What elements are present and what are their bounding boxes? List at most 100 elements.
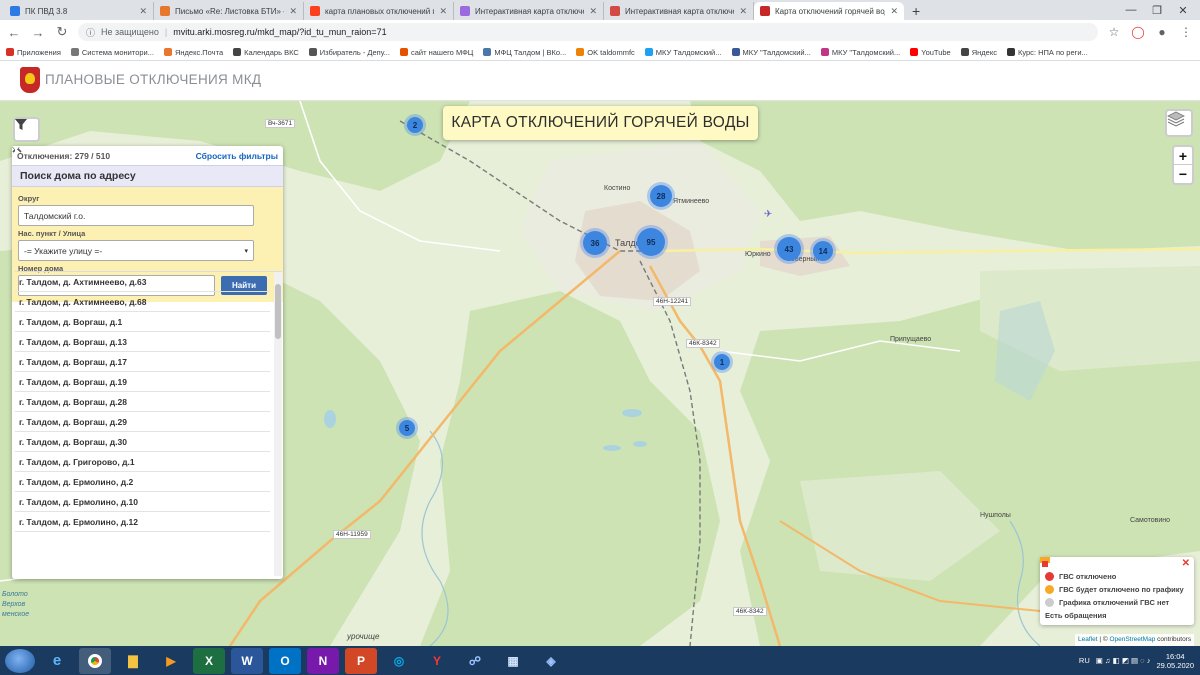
skype-icon[interactable]: ◎ bbox=[383, 648, 415, 674]
cluster-marker[interactable]: 43 bbox=[774, 234, 804, 264]
legend-item: ГВС будет отключено по графику bbox=[1045, 583, 1189, 596]
bookmark-item[interactable]: Календарь ВКС bbox=[233, 48, 299, 57]
browser-tab[interactable]: Письмо «Re: Листовка БТИ» — ✕ bbox=[154, 2, 304, 20]
language-indicator[interactable]: RU bbox=[1079, 656, 1090, 665]
legend-item: ГВС отключено bbox=[1045, 570, 1189, 583]
bookmark-item[interactable]: OK taldommfc bbox=[576, 48, 635, 57]
zoom-out-button[interactable]: − bbox=[1174, 165, 1192, 183]
clock[interactable]: 16:04 29.05.2020 bbox=[1156, 652, 1194, 670]
legend-close-icon[interactable]: ✕ bbox=[1182, 558, 1190, 569]
bookmark-item[interactable]: Яндекс bbox=[960, 48, 997, 57]
address-search-section-header[interactable]: Поиск дома по адресу bbox=[12, 146, 283, 187]
cluster-marker[interactable]: 28 bbox=[647, 182, 675, 210]
close-icon[interactable]: ✕ bbox=[289, 6, 297, 17]
new-tab-button[interactable]: + bbox=[904, 2, 928, 20]
browser-tab-active[interactable]: Карта отключений горячей вод ✕ bbox=[754, 2, 904, 20]
chrome-icon[interactable] bbox=[79, 647, 111, 674]
results-scrollbar[interactable] bbox=[274, 272, 282, 576]
close-icon[interactable]: ✕ bbox=[589, 6, 597, 17]
bookmark-item[interactable]: МКУ "Талдомский... bbox=[820, 48, 900, 57]
list-item[interactable]: г. Талдом, д. Ермолино, д.10 bbox=[15, 492, 270, 512]
list-item[interactable]: г. Талдом, д. Воргаш, д.28 bbox=[15, 392, 270, 412]
place-label: менское bbox=[2, 611, 30, 618]
profile-icon[interactable]: ● bbox=[1154, 25, 1170, 39]
yandex-browser-icon[interactable]: Y bbox=[421, 648, 453, 674]
bookmark-item[interactable]: сайт нашего МФЦ bbox=[399, 48, 473, 57]
browser-tab[interactable]: Интерактивная карта отключен ✕ bbox=[604, 2, 754, 20]
bookmark-item[interactable]: Яндекс.Почта bbox=[163, 48, 223, 57]
connection-icon[interactable]: ◈ bbox=[535, 648, 567, 674]
back-icon[interactable]: ← bbox=[6, 25, 22, 40]
media-player-icon[interactable]: ▶ bbox=[155, 648, 187, 674]
excel-icon[interactable]: X bbox=[193, 647, 225, 674]
list-item[interactable]: г. Талдом, д. Ермолино, д.2 bbox=[15, 472, 270, 492]
list-item[interactable]: г. Талдом, д. Воргаш, д.19 bbox=[15, 372, 270, 392]
list-item[interactable]: г. Талдом, д. Ахтимнеево, д.68 bbox=[15, 292, 270, 312]
map[interactable]: Костино Талдом Юркино Северный Припущаев… bbox=[0, 101, 1200, 646]
browser-tab[interactable]: карта плановых отключений го ✕ bbox=[304, 2, 454, 20]
bookmark-item[interactable]: МКУ Талдомский... bbox=[644, 48, 722, 57]
zoom-in-button[interactable]: + bbox=[1174, 147, 1192, 165]
calculator-icon[interactable]: ▦ bbox=[497, 648, 529, 674]
street-select[interactable]: -= Укажите улицу =- ▾ bbox=[18, 240, 254, 261]
reset-filters-link[interactable]: Сбросить фильтры bbox=[196, 151, 278, 161]
url-text[interactable]: mvitu.arki.mosreg.ru/mkd_map/?id_tu_mun_… bbox=[173, 27, 386, 37]
list-item[interactable]: г. Талдом, д. Ермолино, д.12 bbox=[15, 512, 270, 532]
network-icon[interactable]: ☍ bbox=[459, 648, 491, 674]
cluster-marker[interactable]: 95 bbox=[634, 225, 668, 259]
bookmark-item[interactable]: Система монитори... bbox=[70, 48, 154, 57]
list-item[interactable]: г. Талдом, д. Воргаш, д.29 bbox=[15, 412, 270, 432]
forward-icon[interactable]: → bbox=[30, 25, 46, 40]
bookmark-item[interactable]: МКУ "Талдомский... bbox=[731, 48, 811, 57]
info-icon[interactable]: ⓘ bbox=[86, 26, 95, 39]
gray-dot-icon bbox=[1045, 598, 1054, 607]
bookmark-item[interactable]: Курс: НПА по реги... bbox=[1006, 48, 1088, 57]
ie-icon[interactable]: e bbox=[41, 648, 73, 674]
bookmark-item[interactable]: YouTube bbox=[910, 48, 951, 57]
reload-icon[interactable]: ↻ bbox=[54, 24, 70, 40]
cluster-marker[interactable]: 36 bbox=[580, 228, 610, 258]
browser-tab[interactable]: Интерактивная карта отключен ✕ bbox=[454, 2, 604, 20]
minimize-icon[interactable]: — bbox=[1118, 4, 1144, 16]
okrug-select[interactable]: Талдомский г.о. bbox=[12, 146, 254, 226]
cluster-marker[interactable]: 2 bbox=[404, 114, 426, 136]
cluster-marker[interactable]: 1 bbox=[711, 351, 733, 373]
explorer-icon[interactable]: ▇ bbox=[117, 648, 149, 674]
scrollbar-thumb[interactable] bbox=[275, 284, 281, 339]
osm-link[interactable]: OpenStreetMap bbox=[1109, 636, 1155, 643]
extension-icon[interactable]: ◯ bbox=[1130, 25, 1146, 39]
address-bar[interactable]: ⓘ Не защищено | mvitu.arki.mosreg.ru/mkd… bbox=[78, 23, 1098, 41]
filter-icon bbox=[12, 146, 20, 154]
bookmark-item[interactable]: МФЦ Талдом | ВКо... bbox=[483, 48, 566, 57]
layers-button[interactable] bbox=[1165, 109, 1193, 137]
list-item[interactable]: г. Талдом, д. Ахтимнеево, д.63 bbox=[15, 272, 270, 292]
cluster-marker[interactable]: 5 bbox=[396, 417, 418, 439]
word-icon[interactable]: W bbox=[231, 647, 263, 674]
list-item[interactable]: г. Талдом, д. Григорово, д.1 bbox=[15, 452, 270, 472]
filter-toggle-button[interactable] bbox=[13, 117, 40, 142]
close-icon[interactable]: ✕ bbox=[739, 6, 747, 17]
red-dot-icon bbox=[1045, 572, 1054, 581]
menu-icon[interactable]: ⋮ bbox=[1178, 25, 1194, 39]
bookmark-item[interactable]: Избиратель - Депу... bbox=[308, 48, 390, 57]
list-item[interactable]: г. Талдом, д. Воргаш, д.13 bbox=[15, 332, 270, 352]
powerpoint-icon[interactable]: P bbox=[345, 647, 377, 674]
list-item[interactable]: г. Талдом, д. Воргаш, д.30 bbox=[15, 432, 270, 452]
browser-tab[interactable]: ПК ПВД 3.8 ✕ bbox=[4, 2, 154, 20]
cluster-marker[interactable]: 14 bbox=[810, 238, 836, 264]
bookmark-item[interactable]: Приложения bbox=[6, 48, 61, 57]
close-icon[interactable]: ✕ bbox=[890, 6, 898, 17]
onenote-icon[interactable]: N bbox=[307, 647, 339, 674]
bookmark-star-icon[interactable]: ☆ bbox=[1106, 25, 1122, 39]
close-window-icon[interactable]: ✕ bbox=[1170, 4, 1196, 17]
tray-icons[interactable]: ▣ ♫ ◧ ◩ ▤ ◌ ♪ bbox=[1096, 656, 1151, 665]
leaflet-link[interactable]: Leaflet bbox=[1078, 636, 1098, 643]
list-item[interactable]: г. Талдом, д. Воргаш, д.1 bbox=[15, 312, 270, 332]
outlook-icon[interactable]: O bbox=[269, 647, 301, 674]
coat-of-arms-logo[interactable] bbox=[20, 67, 40, 93]
close-icon[interactable]: ✕ bbox=[439, 6, 447, 17]
close-icon[interactable]: ✕ bbox=[139, 6, 147, 17]
maximize-icon[interactable]: ❐ bbox=[1144, 4, 1170, 17]
list-item[interactable]: г. Талдом, д. Воргаш, д.17 bbox=[15, 352, 270, 372]
start-button[interactable] bbox=[5, 648, 35, 673]
